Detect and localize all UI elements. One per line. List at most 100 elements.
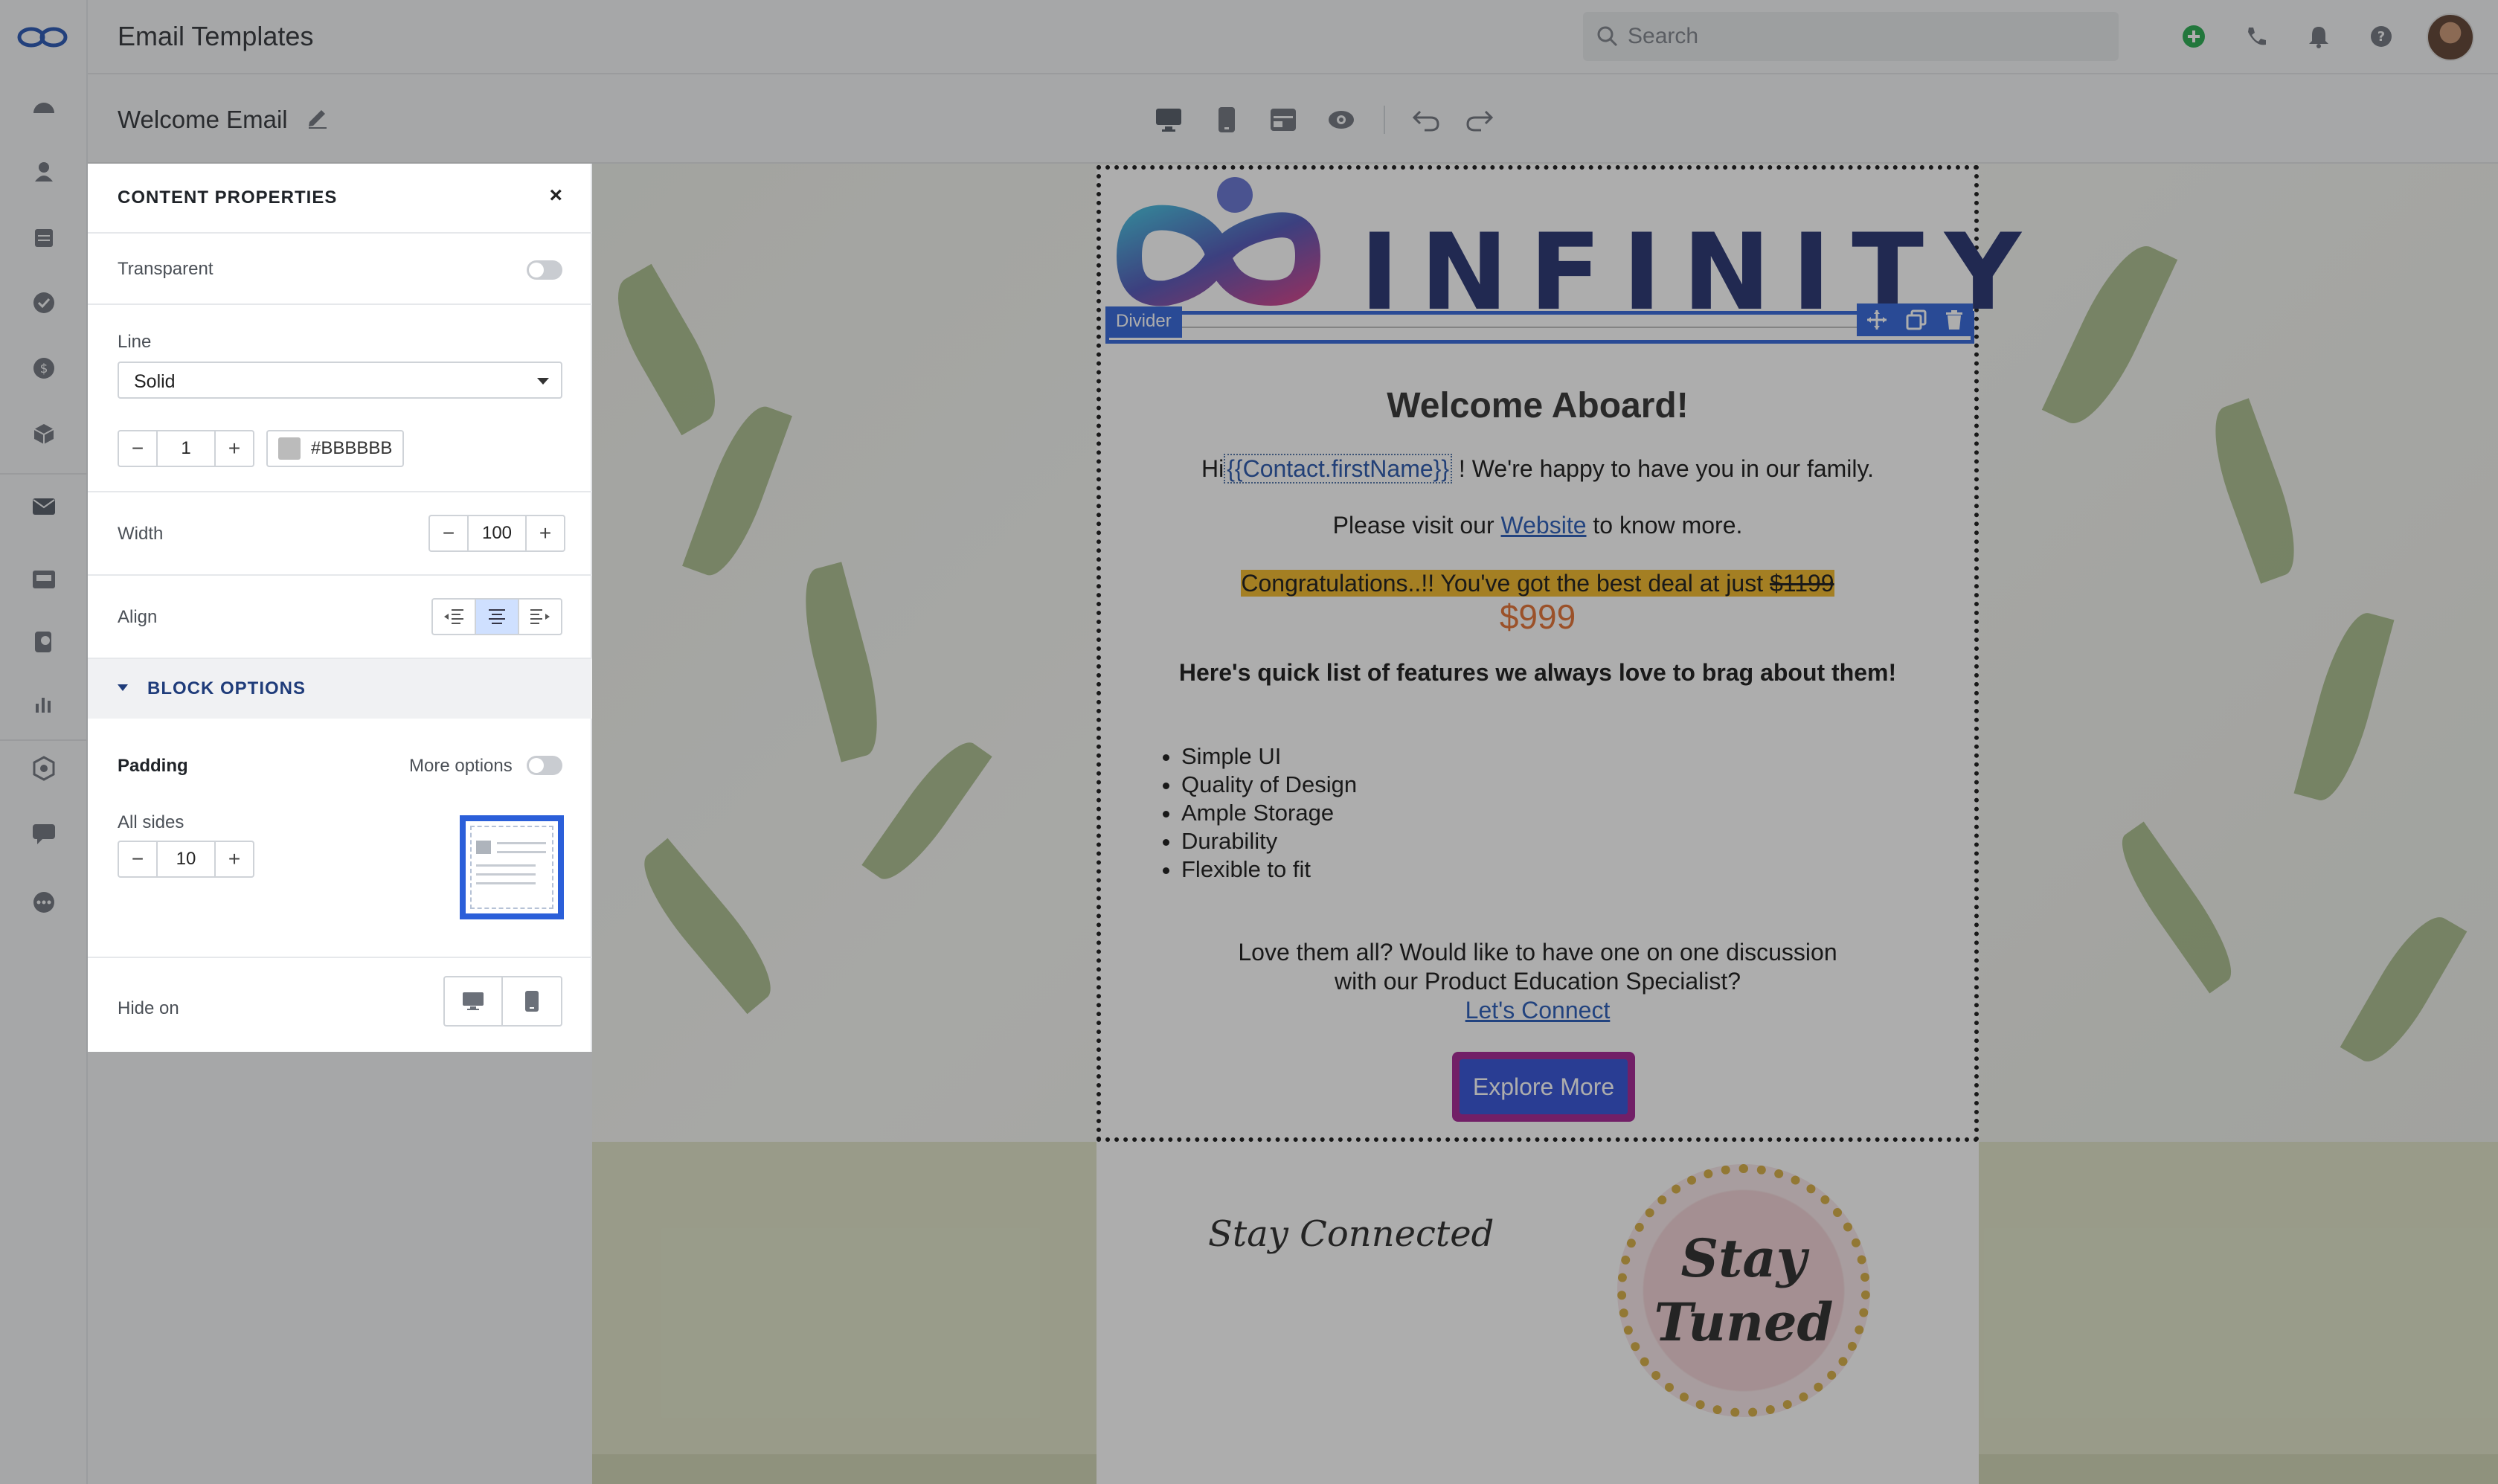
merge-field-firstname[interactable]: {{Contact.firstName}} [1224,454,1453,484]
greeting-suffix: ! We're happy to have you in our family. [1458,455,1875,482]
website-link[interactable]: Website [1501,512,1587,539]
automation-icon[interactable] [27,751,61,786]
divider-line [1115,327,1965,328]
avatar[interactable] [2427,13,2474,61]
list-item: Ample Storage [1181,799,1357,827]
padding-preview-icon [460,815,564,919]
divider-tag: Divider [1105,306,1182,338]
color-swatch [278,437,301,460]
hide-mobile-icon[interactable] [503,977,561,1025]
chevron-down-icon [537,378,549,385]
line-color-picker[interactable]: #BBBBBB [266,430,405,467]
move-icon[interactable] [1866,309,1888,331]
align-group [431,598,562,635]
discussion-line-2[interactable]: with our Product Education Specialist? [1101,968,1974,995]
search-input[interactable]: Search [1583,12,2119,61]
contacts-icon[interactable] [27,155,61,189]
email-canvas: INFINITY Divider Welcome Aboard! Hi {{Con… [592,164,2498,1484]
stay-tuned-badge-image[interactable]: Stay Tuned [1617,1164,1870,1417]
tasks-icon[interactable] [27,286,61,320]
increment-button[interactable]: + [527,516,564,550]
desktop-icon[interactable] [1152,103,1186,137]
dollar-icon[interactable]: $ [27,351,61,385]
greeting-line[interactable]: Hi {{Contact.firstName}} ! We're happy to… [1101,454,1974,484]
edit-name-icon[interactable] [305,104,330,129]
help-icon[interactable]: ? [2364,19,2398,54]
svg-text:$: $ [40,362,48,376]
mobile-icon[interactable] [1210,103,1244,137]
chat-icon[interactable] [27,817,61,851]
inbox-icon[interactable] [27,562,61,597]
transparent-toggle[interactable] [527,260,562,280]
decrement-button[interactable]: − [119,842,156,876]
search-placeholder: Search [1628,24,1699,48]
new-price: $999 [1499,597,1576,636]
padding-stepper[interactable]: − 10 + [118,841,254,878]
width-value[interactable]: 100 [467,516,527,550]
email-content-block[interactable]: INFINITY Divider Welcome Aboard! Hi {{Con… [1097,165,2021,1142]
decrement-button[interactable]: − [119,431,156,466]
brand-logo-image[interactable]: INFINITY [1107,174,2021,334]
divider-block-selected[interactable] [1105,311,1974,344]
panel-header: CONTENT PROPERTIES × [88,164,592,234]
calendar-icon[interactable] [27,220,61,254]
line-thickness-stepper[interactable]: − 1 + [118,430,254,467]
phone-icon[interactable] [2239,19,2273,54]
visit-prefix: Please visit our [1332,512,1501,539]
align-right-icon[interactable] [519,600,561,634]
connect-link[interactable]: Let's Connect [1465,997,1611,1024]
old-price: $1199 [1769,570,1834,597]
search-icon [1597,26,1618,47]
top-bar: Email Templates Search ? [88,0,2498,74]
caret-down-icon [118,684,128,691]
list-item: Simple UI [1181,742,1357,771]
hide-on-label: Hide on [118,998,179,1018]
discussion-line-1[interactable]: Love them all? Would like to have one on… [1101,939,1974,966]
footer-block[interactable]: Stay Connected Stay Tuned [1097,1142,1979,1484]
reports-icon[interactable] [27,686,61,720]
thickness-value[interactable]: 1 [156,431,216,466]
explore-more-button[interactable]: Explore More [1452,1052,1635,1122]
more-icon[interactable] [27,885,61,919]
phone-chat-icon[interactable] [27,625,61,659]
box-icon[interactable] [27,417,61,451]
dashboard-icon[interactable] [27,89,61,123]
increment-button[interactable]: + [216,842,253,876]
increment-button[interactable]: + [216,431,253,466]
padding-value[interactable]: 10 [156,842,216,876]
features-heading[interactable]: Here's quick list of features we always … [1101,659,1974,687]
add-icon[interactable] [2177,19,2211,54]
decrement-button[interactable]: − [430,516,467,550]
more-options-label: More options [409,756,513,776]
align-left-icon[interactable] [433,600,476,634]
badge-line-1: Stay [1680,1227,1807,1289]
hide-desktop-icon[interactable] [445,977,503,1025]
app-logo-icon[interactable] [16,22,68,52]
features-list[interactable]: Simple UI Quality of Design Ample Storag… [1172,742,1357,884]
template-name: Welcome Email [118,106,288,133]
line-style-select[interactable]: Solid [118,362,562,399]
visit-line[interactable]: Please visit our Website to know more. [1101,512,1974,539]
more-options-toggle[interactable] [527,756,562,775]
undo-icon[interactable] [1409,103,1443,137]
align-center-icon[interactable] [476,600,519,634]
duplicate-icon[interactable] [1906,309,1927,330]
email-heading[interactable]: Welcome Aboard! [1101,385,1974,426]
line-label: Line [118,332,152,352]
stay-connected-text[interactable]: Stay Connected [1208,1213,1494,1255]
block-options-toggle[interactable]: BLOCK OPTIONS [88,659,592,719]
deal-text: Congratulations..!! You've got the best … [1241,570,1770,597]
redo-icon[interactable] [1462,103,1497,137]
block-options-label: BLOCK OPTIONS [147,678,306,698]
layout-icon[interactable] [1266,103,1300,137]
delete-icon[interactable] [1945,309,1964,330]
mail-icon[interactable] [27,489,61,524]
deal-line[interactable]: Congratulations..!! You've got the best … [1101,570,1974,597]
bell-icon[interactable] [2302,19,2336,54]
width-stepper[interactable]: − 100 + [428,515,565,552]
greeting-prefix: Hi [1201,455,1224,482]
padding-label: Padding [118,756,188,776]
close-icon[interactable]: × [549,183,562,208]
list-item: Quality of Design [1181,771,1357,799]
preview-icon[interactable] [1324,103,1358,137]
